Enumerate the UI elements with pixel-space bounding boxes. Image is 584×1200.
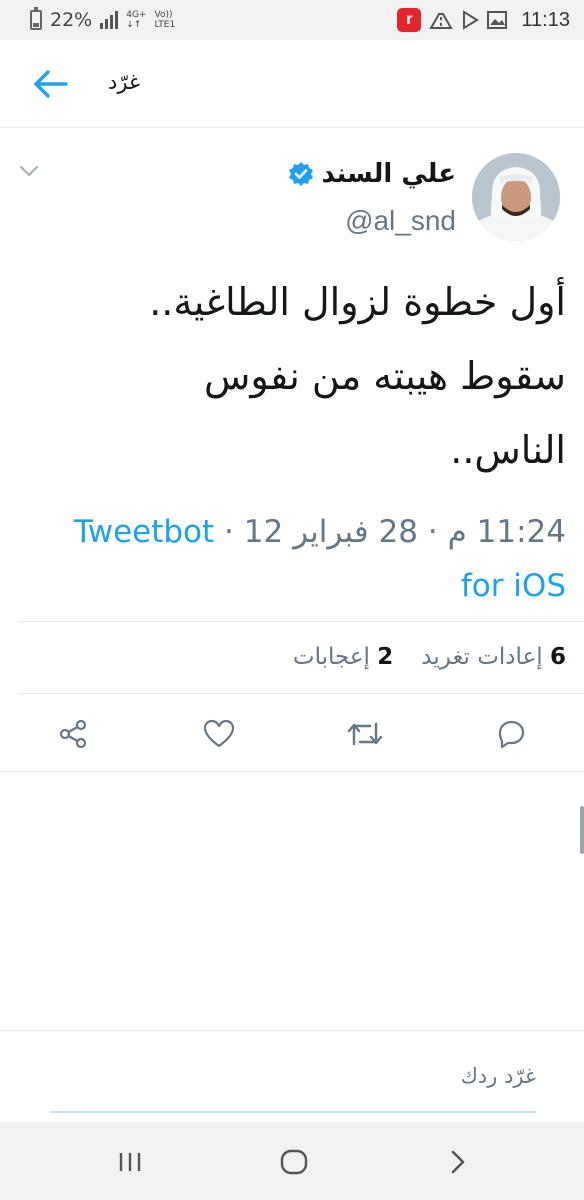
tweet-actions [0, 709, 584, 759]
volte-label: Vo)) [154, 10, 173, 20]
status-bar: 22% 4G+ ↓↑ Vo)) LTE1 r 11:13 [0, 0, 584, 40]
meta-separator: · [427, 514, 438, 550]
battery-icon [30, 7, 42, 30]
tweet-time: 11:24 م [447, 514, 566, 550]
tweet-text: أول خطوة لزوال الطاغية.. سقوط هيبته من ن… [14, 265, 566, 487]
chevron-down-icon [19, 165, 39, 177]
network-type: 4G+ [126, 10, 147, 20]
tweet-text-line: الناس.. [450, 428, 566, 472]
clock: 11:13 [521, 8, 570, 31]
retweets-count: 6 [549, 644, 566, 670]
avatar[interactable] [472, 153, 560, 241]
author-handle[interactable]: @al_snd [345, 205, 456, 237]
play-icon [463, 10, 480, 30]
verified-badge-icon [288, 162, 313, 186]
road-icon [429, 13, 454, 29]
tweet-date: 28 فبراير 12 [243, 514, 419, 550]
likes-label: إعجابات [292, 644, 370, 670]
reply-input-underline [50, 1111, 536, 1113]
status-bar-left: 22% 4G+ ↓↑ Vo)) LTE1 [30, 7, 175, 31]
notification-app-icon: r [397, 8, 422, 32]
back-button[interactable] [28, 62, 72, 106]
battery-percent: 22% [50, 9, 93, 31]
recent-apps-icon [119, 1153, 141, 1171]
reply-icon [498, 720, 525, 749]
page-title: غرّد [108, 70, 140, 94]
recent-apps-button[interactable] [108, 1140, 152, 1184]
divider [18, 693, 584, 694]
divider [0, 771, 584, 772]
tweet-source-link-cont[interactable]: for iOS [14, 559, 566, 613]
chevron-right-icon [451, 1150, 465, 1174]
image-icon [487, 11, 508, 29]
tweet-source-link[interactable]: Tweetbot [74, 514, 214, 550]
app-header: غرّد [0, 40, 584, 128]
volte-indicator: Vo)) LTE1 [154, 10, 175, 30]
signal-icon [100, 11, 119, 29]
heart-icon [203, 719, 235, 748]
arrow-left-icon [34, 70, 68, 98]
lte-label: LTE1 [154, 20, 176, 30]
meta-separator: · [224, 514, 234, 550]
system-nav-bar [0, 1122, 584, 1200]
retweets-stat[interactable]: 6 إعادات تغريد [421, 644, 566, 670]
like-button[interactable] [194, 709, 244, 759]
back-nav-button[interactable] [436, 1140, 480, 1184]
avatar-image [472, 153, 560, 241]
author-name-text: علي السند [321, 159, 457, 189]
tweet-meta-line: 11:24 م · 28 فبراير 12 · Tweetbot [14, 505, 566, 559]
tweet-menu-button[interactable] [18, 163, 40, 179]
reply-button[interactable] [486, 709, 536, 759]
retweet-icon [347, 722, 383, 746]
network-arrows-icon: ↓↑ [126, 20, 142, 30]
divider [0, 1030, 584, 1031]
share-button[interactable] [48, 709, 98, 759]
tweet-meta: 11:24 م · 28 فبراير 12 · Tweetbot for iO… [14, 505, 566, 613]
retweet-button[interactable] [340, 709, 390, 759]
author-name[interactable]: علي السند [288, 159, 457, 189]
tweet-text-line: سقوط هيبته من نفوس [204, 354, 566, 398]
divider [18, 621, 584, 622]
likes-count: 2 [377, 644, 394, 670]
tweet-text-line: أول خطوة لزوال الطاغية.. [149, 280, 566, 324]
home-button[interactable] [272, 1140, 316, 1184]
retweets-label: إعادات تغريد [421, 644, 543, 670]
network-indicator: 4G+ ↓↑ [126, 10, 146, 30]
likes-stat[interactable]: 2 إعجابات [293, 644, 393, 670]
tweet-stats: 6 إعادات تغريد 2 إعجابات [293, 637, 566, 677]
status-bar-right: r 11:13 [397, 8, 570, 32]
reply-input[interactable]: غرّد ردك [461, 1064, 536, 1088]
scrollbar[interactable] [580, 806, 584, 854]
share-icon [59, 719, 87, 749]
home-icon [280, 1149, 308, 1175]
